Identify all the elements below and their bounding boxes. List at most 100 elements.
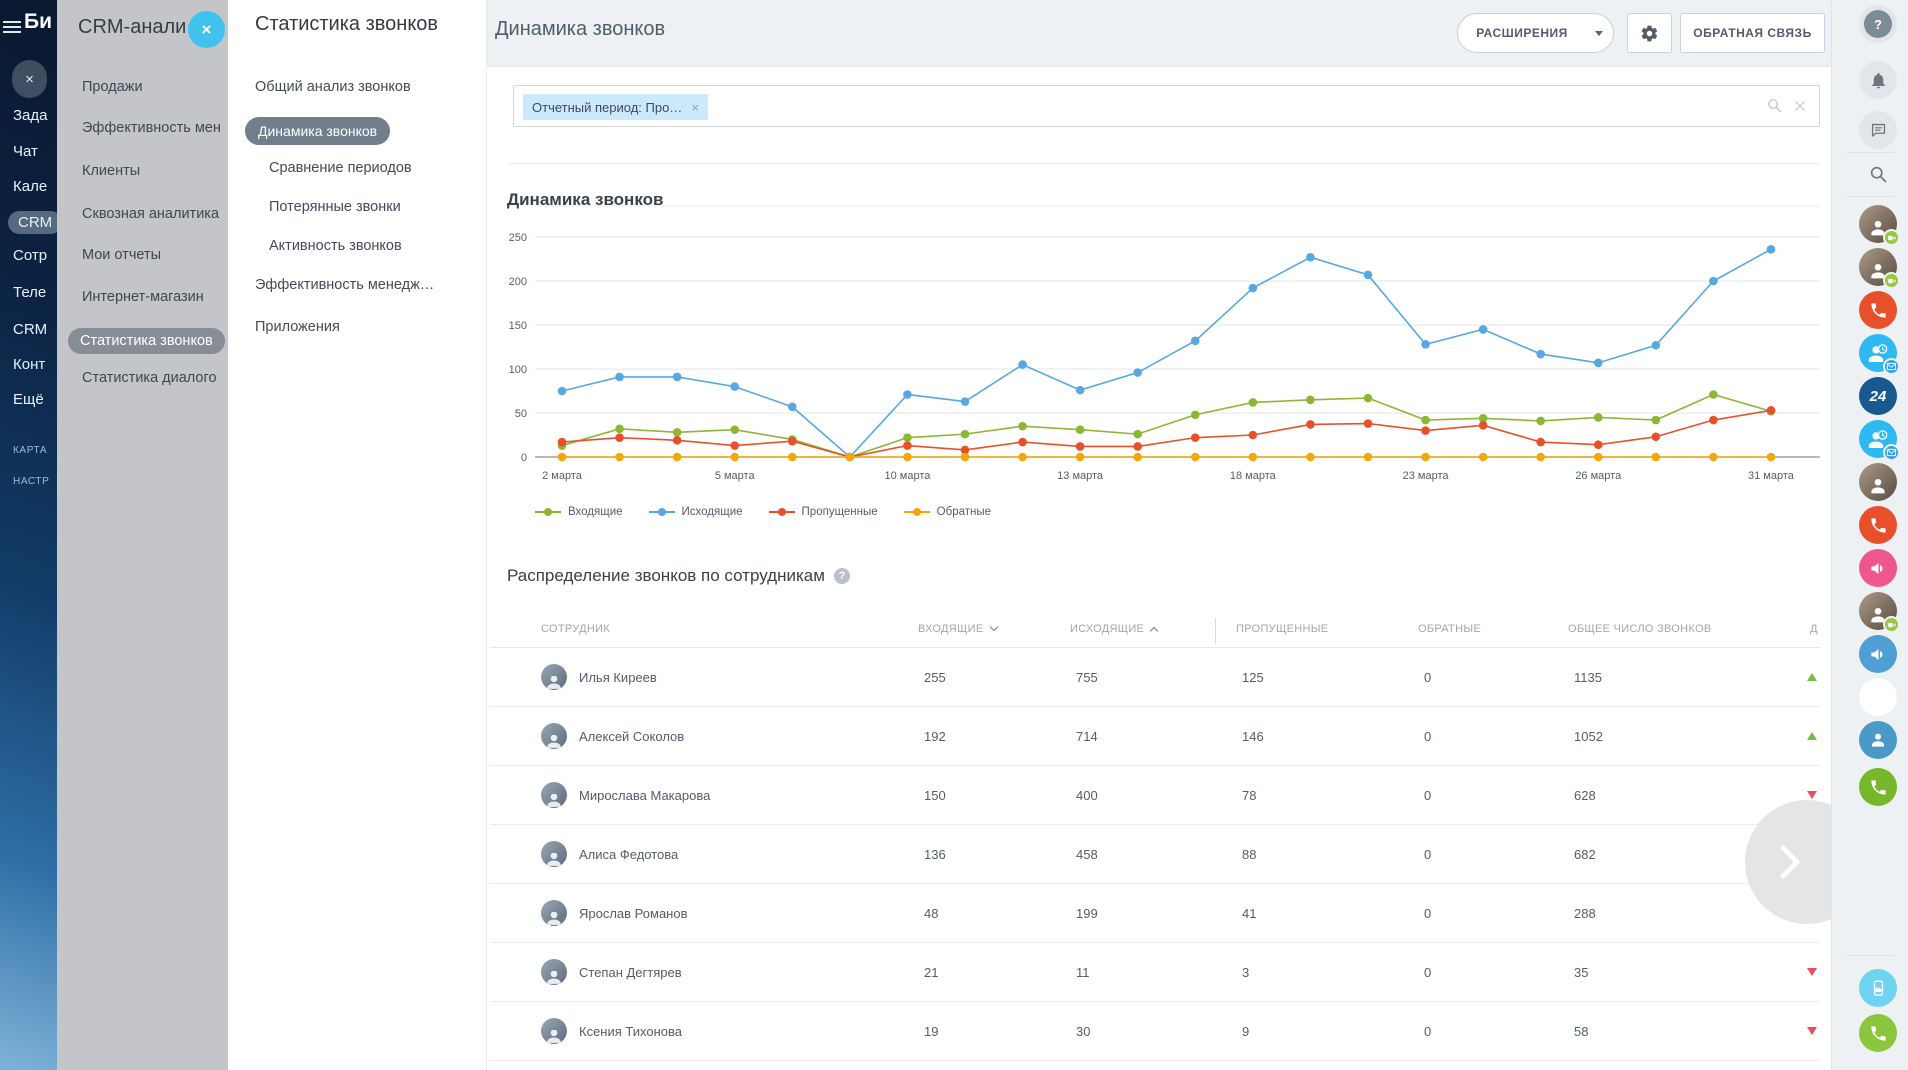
rail-user-avatar[interactable] <box>1859 592 1897 630</box>
rail-empty-app-button[interactable] <box>1859 678 1897 716</box>
close-icon[interactable]: × <box>188 11 225 48</box>
legend-item-Исходящие[interactable]: Исходящие <box>649 506 743 518</box>
sidebar-close-pill[interactable]: × <box>12 60 47 98</box>
filter-search-input[interactable]: Отчетный период: Про… × <box>513 85 1820 127</box>
menu-item-4[interactable]: Потерянные звонки <box>269 199 401 215</box>
legend-marker <box>649 508 675 516</box>
outgoing-count: 400 <box>1076 788 1098 803</box>
missed-count: 9 <box>1242 1024 1249 1039</box>
svg-text:31 марта: 31 марта <box>1748 470 1795 482</box>
employee-name: Ксения Тихонова <box>579 1024 682 1039</box>
menu-item-3[interactable]: Сравнение периодов <box>269 160 412 176</box>
crm-panel-item-4[interactable]: Сквозная аналитика <box>82 206 219 222</box>
rail-contact-button[interactable] <box>1859 721 1897 759</box>
menu-item-5[interactable]: Активность звонков <box>269 238 402 254</box>
sidebar-item-2[interactable]: Чат <box>13 143 38 160</box>
outgoing-count: 11 <box>1076 965 1090 980</box>
trend-up-icon <box>1807 673 1817 681</box>
svg-text:18 марта: 18 марта <box>1230 470 1277 482</box>
trend-down-icon <box>1807 791 1817 799</box>
rail-telephony-button[interactable] <box>1859 506 1897 544</box>
rail-user-avatar[interactable] <box>1859 205 1897 243</box>
table-header: СОТРУДНИК ВХОДЯЩИЕ ИСХОДЯЩИЕ ПРОПУЩЕННЫЕ ОБР… <box>490 614 1820 648</box>
chevron-down-icon[interactable] <box>1595 31 1603 40</box>
rail-call-button[interactable] <box>1859 1014 1897 1052</box>
legend-item-Пропущенные[interactable]: Пропущенные <box>769 506 878 518</box>
sidebar-item-9[interactable]: Ещё <box>13 391 44 408</box>
column-header-6[interactable]: ОБЩЕЕ ЧИСЛО ЗВОНКОВ <box>1568 623 1711 635</box>
legend-item-Обратные[interactable]: Обратные <box>904 506 991 518</box>
legend-item-Входящие[interactable]: Входящие <box>535 506 623 518</box>
clear-filter-icon[interactable] <box>1793 99 1807 113</box>
sidebar-footer-item[interactable]: НАСТР <box>13 476 49 487</box>
sidebar-item-5[interactable]: Сотр <box>13 247 47 264</box>
sidebar-item-1[interactable]: Зада <box>13 107 48 124</box>
legend-marker <box>904 508 930 516</box>
svg-text:13 марта: 13 марта <box>1057 470 1104 482</box>
feedback-button[interactable]: ОБРАТНАЯ СВЯЗЬ <box>1680 13 1825 53</box>
rail-chat-history-button[interactable] <box>1859 111 1897 149</box>
sidebar-item-3[interactable]: Кале <box>13 178 47 195</box>
svg-text:50: 50 <box>515 408 527 420</box>
column-header-7[interactable]: Д <box>1810 623 1818 635</box>
svg-text:26 марта: 26 марта <box>1575 470 1622 482</box>
filter-chip[interactable]: Отчетный период: Про… × <box>523 94 708 120</box>
table-row[interactable]: Алиса Федотова136458880682 <box>490 825 1820 884</box>
right-rail: ? 24 <box>1831 0 1908 1070</box>
column-header-5[interactable]: ОБРАТНЫЕ <box>1418 623 1481 635</box>
incoming-count: 19 <box>924 1024 938 1039</box>
sidebar-footer-item[interactable]: КАРТА <box>13 445 47 456</box>
rail-call-button[interactable] <box>1859 768 1897 806</box>
extensions-button[interactable]: РАСШИРЕНИЯ <box>1457 13 1614 53</box>
table-row[interactable]: Илья Киреев25575512501135 <box>490 648 1820 707</box>
sidebar-item-4[interactable]: CRM <box>8 211 57 234</box>
menu-item-1[interactable]: Общий анализ звонков <box>255 79 411 95</box>
rail-crm-activity-button[interactable] <box>1859 334 1897 372</box>
menu-item-7[interactable]: Приложения <box>255 319 340 335</box>
sidebar-item-7[interactable]: CRM <box>13 321 47 338</box>
person-icon <box>1867 475 1889 497</box>
search-icon[interactable] <box>1766 97 1783 114</box>
crm-panel-item-7[interactable]: Статистика звонков <box>68 328 225 354</box>
settings-button[interactable] <box>1627 13 1672 53</box>
table-row[interactable]: Ксения Тихонова19309058 <box>490 1002 1820 1061</box>
menu-item-2[interactable]: Динамика звонков <box>245 117 390 145</box>
hamburger-menu-icon[interactable] <box>3 18 21 36</box>
column-header-2[interactable]: ВХОДЯЩИЕ <box>918 623 997 635</box>
rail-marketing-button[interactable] <box>1859 635 1897 673</box>
table-row[interactable]: Ярослав Романов48199410288 <box>490 884 1820 943</box>
crm-panel-item-5[interactable]: Мои отчеты <box>82 247 161 263</box>
rail-crm-activity-button[interactable] <box>1859 420 1897 458</box>
column-header-4[interactable]: ПРОПУЩЕННЫЕ <box>1236 623 1328 635</box>
rail-user-avatar[interactable] <box>1859 463 1897 501</box>
sidebar-item-6[interactable]: Теле <box>13 284 46 301</box>
rail-notifications-button[interactable] <box>1859 61 1897 99</box>
crm-panel-item-6[interactable]: Интернет-магазин <box>82 289 204 305</box>
crm-panel-item-8[interactable]: Статистика диалого <box>82 370 217 386</box>
chip-remove-icon[interactable]: × <box>691 100 699 115</box>
rail-help-button[interactable]: ? <box>1859 5 1897 43</box>
table-row[interactable]: Алексей Соколов19271414601052 <box>490 707 1820 766</box>
rail-user-avatar[interactable] <box>1859 248 1897 286</box>
crm-panel-item-2[interactable]: Эффективность мен <box>82 120 221 136</box>
rail-bitrix24-button[interactable]: 24 <box>1859 377 1897 415</box>
rail-mobile-app-button[interactable] <box>1859 969 1897 1007</box>
column-header-3[interactable]: ИСХОДЯЩИЕ <box>1070 623 1157 635</box>
column-header-1[interactable]: СОТРУДНИК <box>541 623 610 635</box>
trend-down-icon <box>1807 1027 1817 1035</box>
employee-name: Илья Киреев <box>579 670 657 685</box>
outgoing-count: 714 <box>1076 729 1098 744</box>
missed-count: 88 <box>1242 847 1256 862</box>
rail-telephony-button[interactable] <box>1859 291 1897 329</box>
table-row[interactable]: Степан Дегтярев21113035 <box>490 943 1820 1002</box>
table-row[interactable]: Мирослава Макарова150400780628 <box>490 766 1820 825</box>
help-icon[interactable]: ? <box>834 568 850 584</box>
crm-panel-item-3[interactable]: Клиенты <box>82 163 140 179</box>
rail-search-button[interactable] <box>1859 155 1897 193</box>
avatar <box>541 782 567 808</box>
crm-panel-item-1[interactable]: Продажи <box>82 79 143 95</box>
menu-panel-title: Статистика звонков <box>255 13 438 36</box>
menu-item-6[interactable]: Эффективность менедж… <box>255 277 434 293</box>
sidebar-item-8[interactable]: Конт <box>13 356 45 373</box>
rail-marketing-button[interactable] <box>1859 549 1897 587</box>
